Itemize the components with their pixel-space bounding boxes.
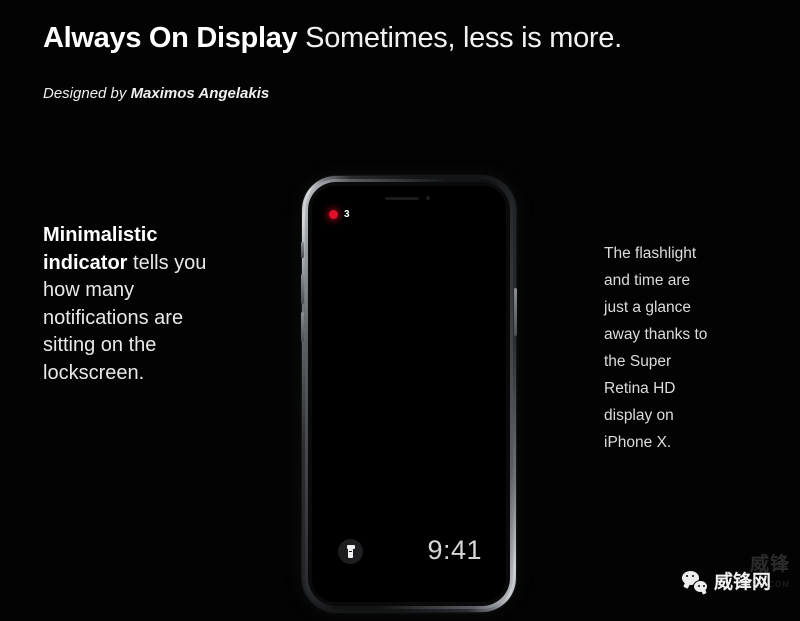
watermark: 威锋 FENG.COM 威锋网 xyxy=(682,555,792,611)
page-title-light: Sometimes, less is more. xyxy=(305,22,622,54)
flashlight-icon xyxy=(346,545,355,558)
wechat-bubble-small xyxy=(693,580,708,593)
page-title: Always On Display Sometimes, less is mor… xyxy=(43,18,743,58)
notification-indicator[interactable]: 3 xyxy=(329,209,350,220)
lockscreen[interactable]: 3 9:41 xyxy=(312,186,506,602)
byline-author: Maximos Angelakis xyxy=(130,85,270,102)
flashlight-button[interactable] xyxy=(338,539,363,564)
notification-count: 3 xyxy=(344,209,350,220)
volume-down-button[interactable] xyxy=(301,312,304,342)
left-description: Minimalistic indicator tells you how man… xyxy=(43,222,223,387)
iphone-mockup: 3 9:41 xyxy=(301,176,517,612)
wechat-eye xyxy=(697,584,700,587)
earpiece-assembly xyxy=(385,196,433,200)
mute-switch[interactable] xyxy=(301,242,304,258)
header: Always On Display Sometimes, less is mor… xyxy=(43,18,743,102)
watermark-main: 威锋网 xyxy=(682,571,771,593)
watermark-brand: 威锋网 xyxy=(714,571,772,593)
power-button[interactable] xyxy=(514,288,517,336)
proximity-sensor-icon xyxy=(426,196,430,200)
wechat-eye xyxy=(702,584,705,587)
notification-dot-icon xyxy=(329,210,338,219)
page-title-bold: Always On Display xyxy=(43,22,298,54)
byline-lead: Designed by xyxy=(43,85,131,102)
volume-up-button[interactable] xyxy=(301,274,304,304)
byline: Designed by Maximos Angelakis xyxy=(43,85,743,102)
speaker-slit-icon xyxy=(385,196,419,200)
lockscreen-clock: 9:41 xyxy=(427,535,482,565)
wechat-icon xyxy=(682,571,708,593)
right-description: The flashlight and time are just a glanc… xyxy=(604,245,708,451)
